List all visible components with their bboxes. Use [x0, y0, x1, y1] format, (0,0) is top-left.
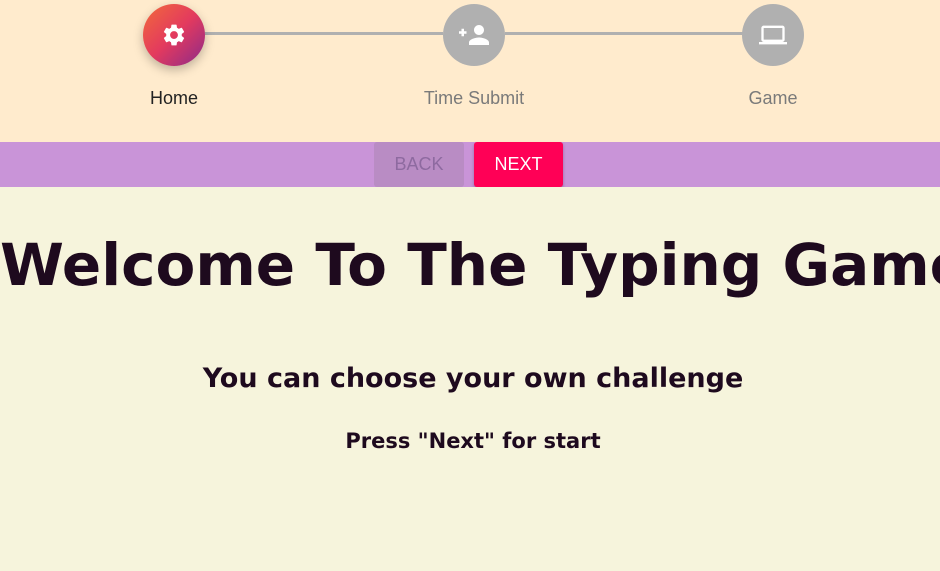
step-game[interactable]	[742, 4, 804, 66]
step-label-home: Home	[149, 88, 198, 108]
navigation-bar: BACK NEXT	[0, 142, 940, 187]
page-title: Welcome To The Typing Game	[0, 231, 940, 299]
next-button[interactable]: NEXT	[474, 142, 563, 187]
step-connector-1	[205, 32, 443, 35]
laptop-icon	[759, 25, 787, 45]
step-label-time-submit: Time Submit	[423, 88, 525, 108]
add-user-icon	[459, 25, 489, 45]
back-button[interactable]: BACK	[374, 142, 464, 187]
start-hint: Press "Next" for start	[345, 429, 601, 453]
gear-icon	[163, 24, 185, 46]
step-connector-2	[505, 32, 743, 35]
step-label-game: Game	[748, 88, 798, 108]
stepper: Home Time Submit Game	[0, 0, 940, 142]
step-home[interactable]	[143, 4, 205, 66]
subtitle: You can choose your own challenge	[202, 363, 744, 394]
step-time-submit[interactable]	[443, 4, 505, 66]
welcome-panel: Welcome To The Typing Game You can choos…	[0, 187, 940, 571]
